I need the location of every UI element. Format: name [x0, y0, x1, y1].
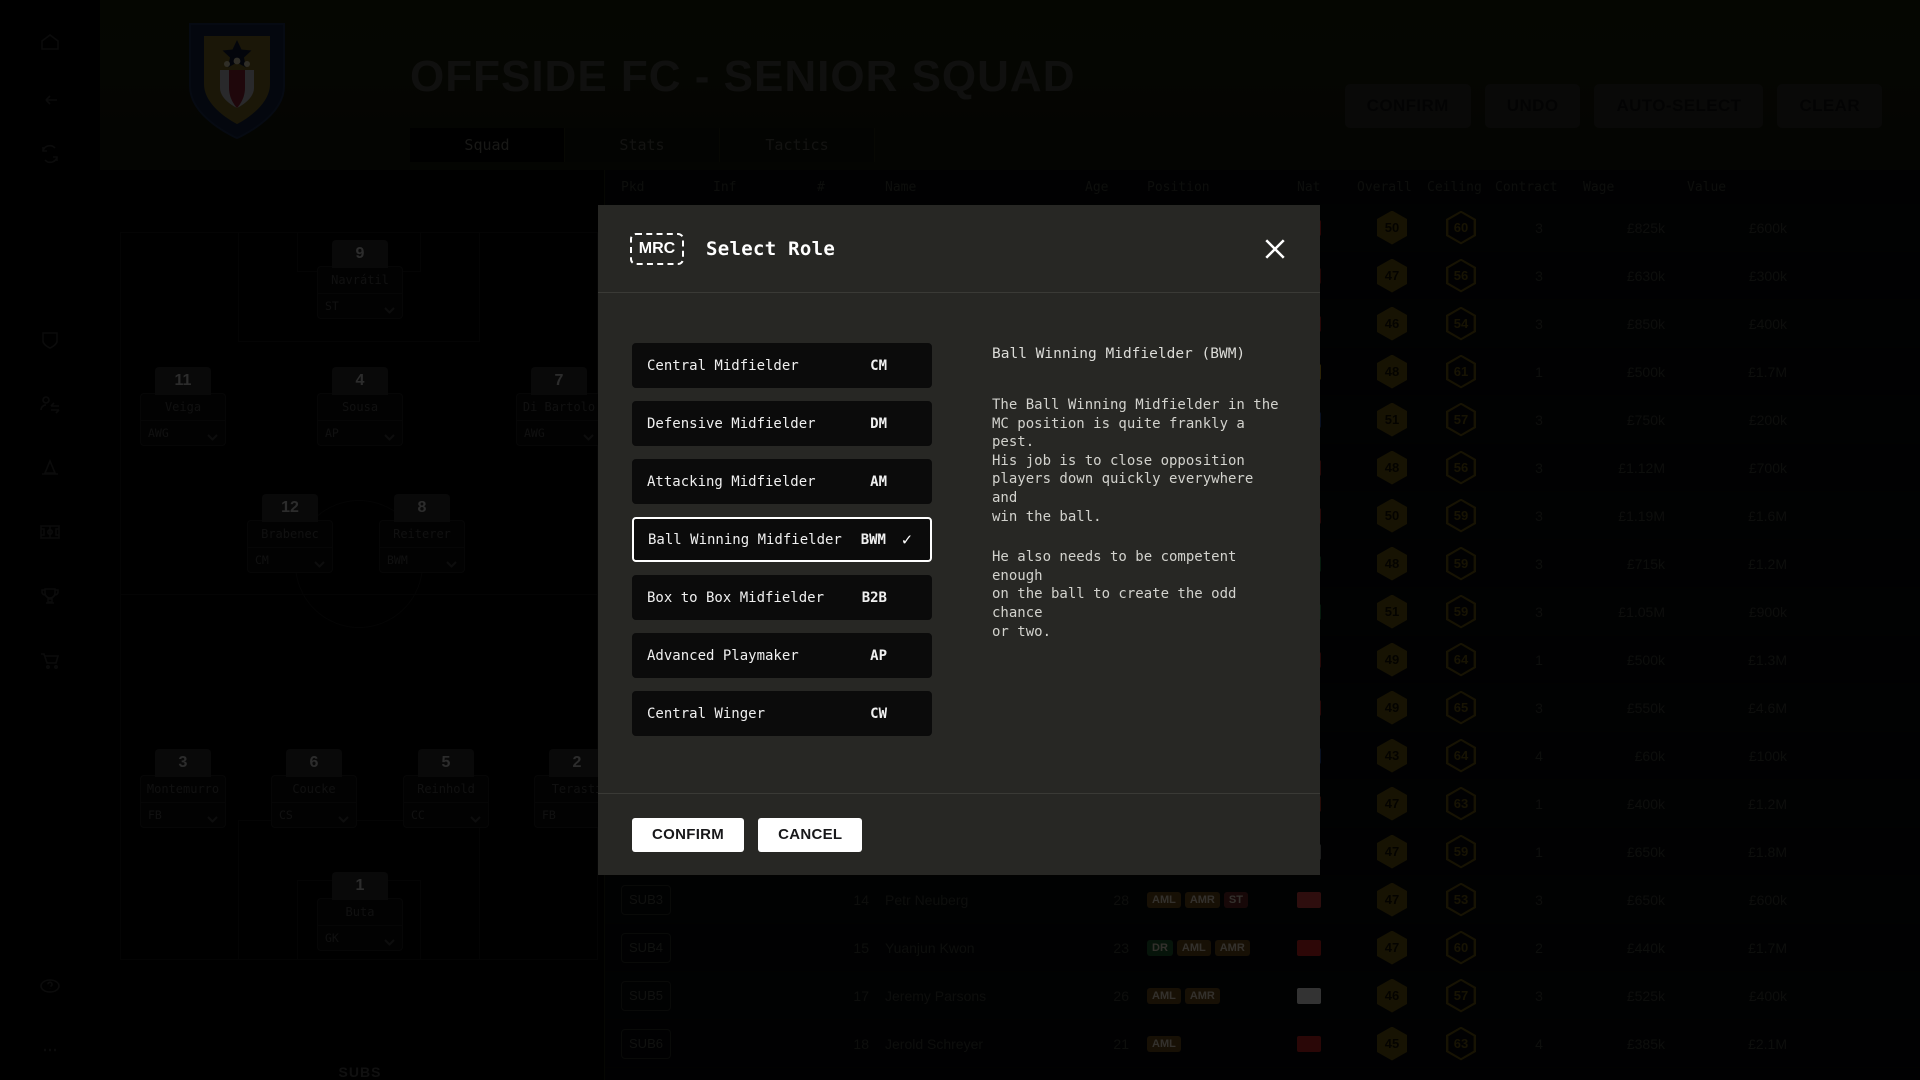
role-option[interactable]: Ball Winning Midfielder BWM ✓: [632, 517, 932, 562]
role-option-abbr: CW: [870, 705, 887, 722]
role-list: Central Midfielder CM Defensive Midfielder…: [632, 343, 932, 793]
modal-title: Select Role: [706, 237, 836, 260]
role-option-name: Central Midfielder: [647, 357, 799, 374]
role-option-name: Defensive Midfielder: [647, 415, 816, 432]
role-option[interactable]: Central Midfielder CM: [632, 343, 932, 388]
role-option-name: Ball Winning Midfielder: [648, 531, 842, 548]
modal-body: Central Midfielder CM Defensive Midfielder…: [598, 293, 1320, 793]
role-option-abbr: DM: [870, 415, 887, 432]
role-option[interactable]: Attacking Midfielder AM: [632, 459, 932, 504]
role-description-panel: Ball Winning Midfielder (BWM) The Ball W…: [942, 343, 1286, 793]
role-description-paragraph: The Ball Winning Midfielder in the MC po…: [992, 397, 1279, 525]
role-option-name: Attacking Midfielder: [647, 473, 816, 490]
role-option-name: Central Winger: [647, 705, 766, 722]
role-option-abbr: AP: [870, 647, 887, 664]
modal-cancel-button[interactable]: CANCEL: [758, 817, 863, 852]
modal-confirm-button[interactable]: CONFIRM: [632, 817, 745, 852]
role-option-name: Box to Box Midfielder: [647, 589, 825, 606]
role-option[interactable]: Box to Box Midfielder B2B: [632, 575, 932, 620]
role-option-abbr: BWM: [860, 531, 886, 548]
role-description-paragraph: He also needs to be competent enough on …: [992, 549, 1237, 640]
modal-footer: CONFIRM CANCEL: [598, 793, 1320, 875]
position-badge: MRC: [630, 232, 684, 265]
close-icon[interactable]: [1260, 234, 1290, 264]
role-option[interactable]: Central Winger CW: [632, 691, 932, 736]
role-option-abbr: B2B: [861, 589, 887, 606]
check-icon: ✓: [901, 529, 912, 550]
role-option-name: Advanced Playmaker: [647, 647, 799, 664]
modal-header: MRC Select Role: [598, 205, 1320, 293]
role-option[interactable]: Advanced Playmaker AP: [632, 633, 932, 678]
role-option-abbr: CM: [870, 357, 887, 374]
role-option-abbr: AM: [870, 473, 887, 490]
role-description-title: Ball Winning Midfielder (BWM): [992, 346, 1246, 362]
select-role-modal: MRC Select Role Central Midfielder CM Defe…: [598, 205, 1320, 875]
role-option[interactable]: Defensive Midfielder DM: [632, 401, 932, 446]
